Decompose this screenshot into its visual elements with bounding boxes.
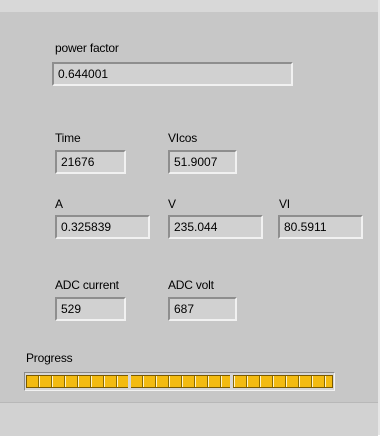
progress-segment-gap [230, 375, 233, 388]
adc-current-indicator: 529 [55, 297, 126, 321]
current-label: A [55, 197, 63, 211]
progress-bar-fill [26, 375, 333, 388]
adc-volt-indicator: 687 [168, 297, 237, 321]
time-indicator: 21676 [55, 150, 126, 174]
panel-top-band [0, 0, 378, 12]
current-indicator: 0.325839 [55, 215, 150, 239]
panel-bottom-band [0, 402, 378, 436]
progress-label: Progress [26, 351, 73, 365]
adc-current-label: ADC current [55, 278, 119, 292]
voltage-indicator: 235.044 [168, 215, 263, 239]
power-factor-label: power factor [55, 41, 119, 55]
vi-label: VI [279, 197, 290, 211]
progress-bar [24, 372, 335, 391]
power-factor-indicator: 0.644001 [52, 62, 293, 86]
vicos-label: VIcos [168, 131, 198, 145]
vi-indicator: 80.5911 [278, 215, 363, 239]
time-label: Time [55, 131, 81, 145]
adc-volt-label: ADC volt [168, 278, 214, 292]
front-panel: power factor 0.644001 Time 21676 VIcos 5… [0, 0, 380, 436]
progress-segment-gap [128, 375, 131, 388]
vicos-indicator: 51.9007 [168, 150, 237, 174]
voltage-label: V [168, 197, 176, 211]
